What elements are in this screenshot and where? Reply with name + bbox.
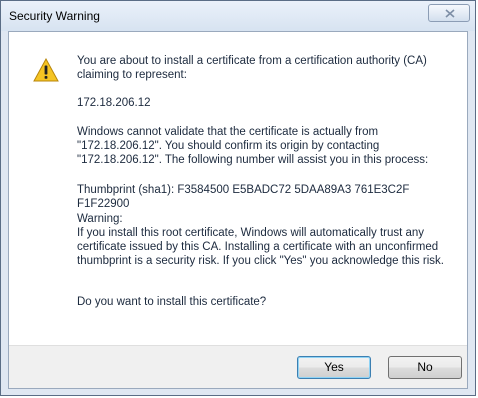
warning-body: If you install this root certificate, Wi… (77, 227, 444, 267)
intro-text: You are about to install a certificate f… (77, 55, 427, 81)
warning-icon (33, 58, 59, 82)
title-bar[interactable]: Security Warning (1, 1, 475, 31)
close-button[interactable] (428, 4, 470, 22)
close-icon (445, 9, 455, 18)
thumbprint-text: Thumbprint (sha1): F3584500 E5BADC72 5DA… (77, 184, 410, 210)
yes-button[interactable]: Yes (297, 356, 371, 379)
warning-heading: Warning: (77, 213, 123, 225)
host-text: 172.18.206.12 (77, 97, 151, 109)
message-area: You are about to install a certificate f… (9, 32, 467, 345)
validation-text: Windows cannot validate that the certifi… (77, 126, 429, 166)
security-warning-dialog: Security Warning You are about to instal… (0, 0, 476, 396)
no-button[interactable]: No (388, 356, 462, 379)
button-bar: Yes No (9, 345, 467, 388)
dialog-title: Security Warning (9, 9, 100, 23)
dialog-body: You are about to install a certificate f… (8, 31, 468, 389)
install-question: Do you want to install this certificate? (77, 296, 267, 308)
